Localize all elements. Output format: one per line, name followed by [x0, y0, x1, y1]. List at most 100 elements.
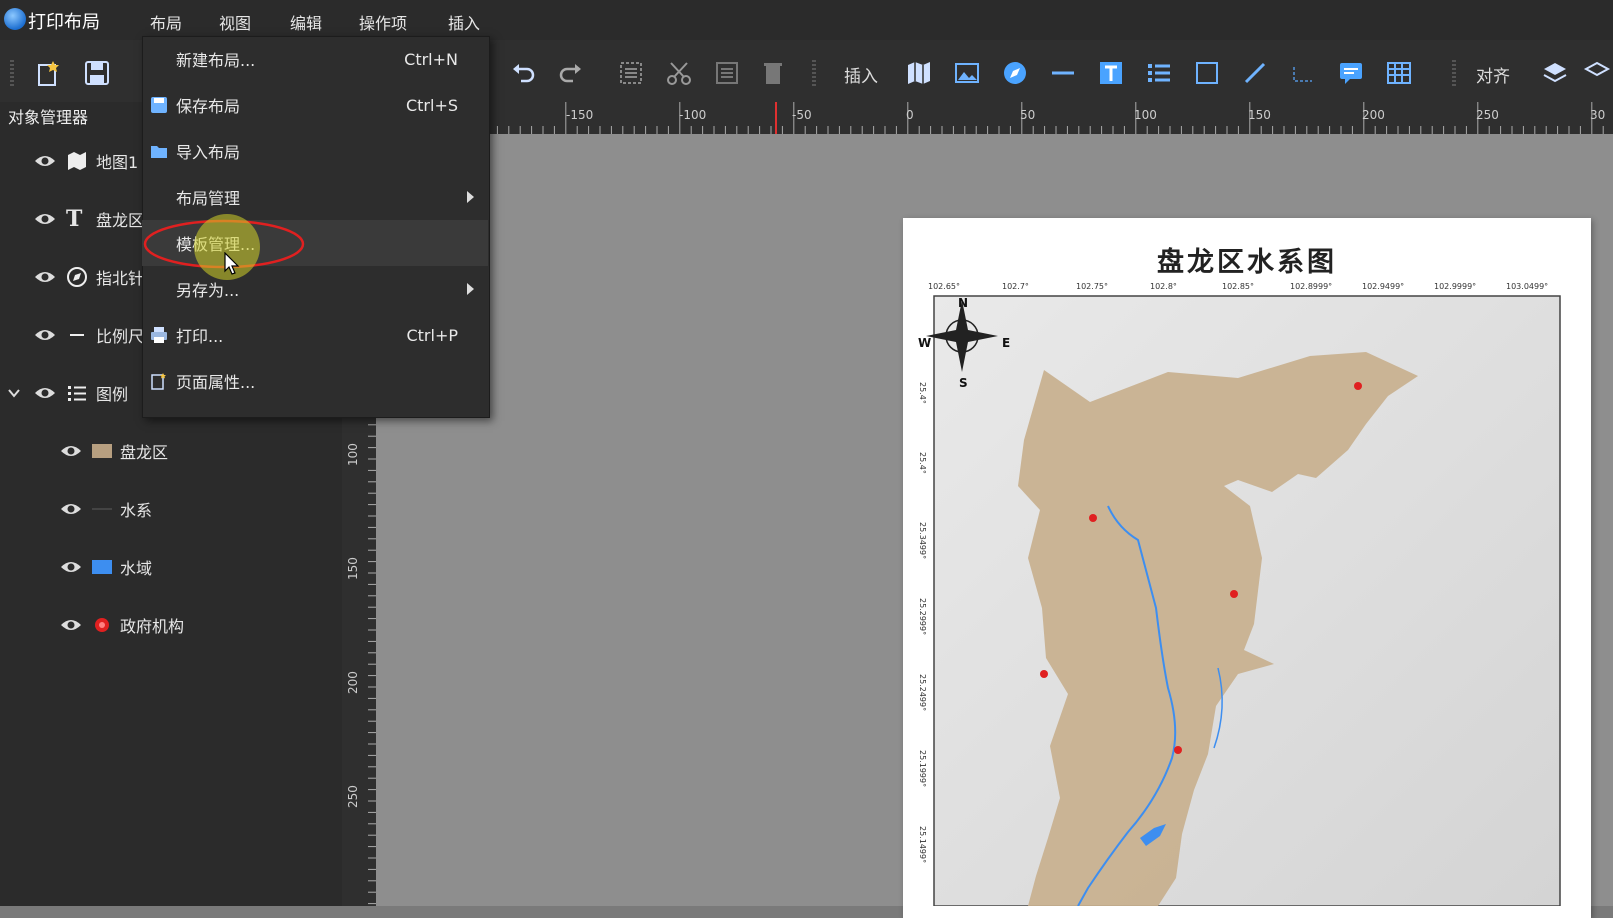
map-tick-label: 25.2499°: [918, 674, 927, 712]
comment-icon[interactable]: [1334, 56, 1368, 90]
ruler-label: 50: [1020, 108, 1036, 122]
ruler-label: 200: [346, 671, 360, 694]
legend-item-district[interactable]: 盘龙区: [60, 436, 168, 466]
ruler-label: 0: [906, 108, 914, 122]
legend-item-label: 水系: [120, 501, 153, 520]
panel-title: 对象管理器: [8, 108, 89, 127]
point-swatch-icon: [95, 618, 109, 632]
page-properties-icon: [151, 373, 166, 390]
menu-item-print[interactable]: 打印... Ctrl+P: [142, 312, 488, 358]
mouse-cursor-icon: [224, 251, 240, 280]
menu-item-shortcut: Ctrl+S: [405, 95, 458, 115]
menu-item-page-properties[interactable]: 页面属性...: [142, 358, 488, 404]
ruler-label: -150: [566, 108, 594, 122]
map-frame[interactable]: N S E W 102.65° 102.7° 102.75° 102.8° 10…: [918, 278, 1572, 906]
align-label[interactable]: 对齐: [1476, 62, 1510, 87]
ruler-label: -100: [679, 108, 707, 122]
menu-insert[interactable]: 插入: [448, 10, 480, 34]
ruler-label: 30: [1590, 108, 1606, 122]
menu-item-shortcut: Ctrl+N: [404, 49, 458, 69]
map-icon[interactable]: [902, 56, 936, 90]
menu-item-layout-manage[interactable]: 布局管理: [142, 174, 488, 220]
menu-layout[interactable]: 布局: [150, 10, 182, 34]
chevron-down-icon[interactable]: [6, 385, 22, 401]
ruler-label: 100: [346, 443, 360, 466]
scalebar-icon[interactable]: [1046, 56, 1080, 90]
image-icon[interactable]: [950, 56, 984, 90]
eye-icon[interactable]: [34, 154, 56, 168]
new-layout-icon[interactable]: [32, 56, 66, 90]
tree-item-compass[interactable]: 指北针: [34, 262, 144, 292]
text-icon[interactable]: [1094, 56, 1128, 90]
undo-icon[interactable]: [506, 56, 540, 90]
ruler-label: 250: [1476, 108, 1499, 122]
compass-north: N: [958, 296, 969, 310]
save-icon[interactable]: [80, 56, 114, 90]
horizontal-ruler: -150 -100 -50 0 50 100 150 200 250 30: [486, 102, 1613, 134]
rectangle-icon[interactable]: [1190, 56, 1224, 90]
eye-icon[interactable]: [34, 270, 56, 284]
tree-item-label: 图例: [96, 385, 129, 404]
tree-item-legend[interactable]: 图例: [6, 378, 128, 408]
map-tick-label: 102.85°: [1222, 282, 1254, 291]
menu-operations[interactable]: 操作项: [359, 10, 407, 34]
legend-icon: [68, 386, 86, 401]
eye-icon[interactable]: [60, 444, 82, 458]
layers-icon[interactable]: [1538, 56, 1572, 90]
map-tick-label: 102.65°: [928, 282, 960, 291]
insert-label: 插入: [844, 67, 878, 87]
menu-item-label: 另存为...: [176, 281, 240, 300]
eye-icon[interactable]: [60, 502, 82, 516]
menu-item-label: 布局管理: [176, 189, 241, 208]
copy-icon[interactable]: [710, 56, 744, 90]
tree-item-map[interactable]: 地图1: [34, 146, 138, 176]
map-tick-label: 25.1499°: [918, 826, 927, 864]
map-title[interactable]: 盘龙区水系图: [903, 240, 1591, 279]
eye-icon[interactable]: [34, 386, 56, 400]
ruler-label: -50: [792, 108, 812, 122]
eye-icon[interactable]: [34, 328, 56, 342]
eye-icon[interactable]: [34, 212, 56, 226]
compass-icon[interactable]: [998, 56, 1032, 90]
map-icon: [68, 152, 86, 170]
polyline-icon[interactable]: [1286, 56, 1320, 90]
ruler-label: 150: [1248, 108, 1271, 122]
menu-edit[interactable]: 编辑: [290, 10, 322, 34]
tree-item-label: 比例尺: [96, 327, 145, 346]
menu-view[interactable]: 视图: [219, 10, 251, 34]
ruler-label: 200: [1362, 108, 1385, 122]
select-all-icon[interactable]: [614, 56, 648, 90]
eye-icon[interactable]: [60, 618, 82, 632]
legend-icon[interactable]: [1142, 56, 1176, 90]
menu-item-label: 导入布局: [176, 143, 241, 162]
menu-item-save-layout[interactable]: 保存布局 Ctrl+S: [142, 82, 488, 128]
menu-item-new-layout[interactable]: 新建布局... Ctrl+N: [142, 36, 488, 82]
delete-icon[interactable]: [756, 56, 790, 90]
map-tick-label: 103.0499°: [1506, 282, 1549, 291]
line-swatch-icon: [92, 508, 112, 510]
ruler-label: 100: [1134, 108, 1157, 122]
map-tick-label: 102.9499°: [1362, 282, 1405, 291]
eye-icon[interactable]: [60, 560, 82, 574]
map-tick-label: 102.9999°: [1434, 282, 1477, 291]
swatch-icon: [92, 560, 112, 574]
table-icon[interactable]: [1382, 56, 1416, 90]
line-icon[interactable]: [1238, 56, 1272, 90]
layers-down-icon[interactable]: [1580, 56, 1613, 90]
menu-item-import-layout[interactable]: 导入布局: [142, 128, 488, 174]
compass-south: S: [959, 376, 968, 390]
legend-item-government[interactable]: 政府机构: [60, 610, 184, 640]
map-tick-label: 102.8°: [1150, 282, 1177, 291]
cut-icon[interactable]: [662, 56, 696, 90]
map-tick-label: 102.8999°: [1290, 282, 1333, 291]
ruler-label: 250: [346, 785, 360, 808]
app-title: 打印布局: [28, 12, 100, 33]
map-tick-label: 25.3499°: [918, 522, 927, 560]
text-icon: T: [66, 206, 83, 232]
tree-item-text[interactable]: T 盘龙区: [34, 204, 144, 234]
redo-icon[interactable]: [554, 56, 588, 90]
legend-item-water[interactable]: 水域: [60, 552, 152, 582]
legend-item-rivers[interactable]: 水系: [60, 494, 152, 524]
menu-item-save-as[interactable]: 另存为...: [142, 266, 488, 312]
tree-item-scalebar[interactable]: 比例尺: [34, 320, 144, 350]
